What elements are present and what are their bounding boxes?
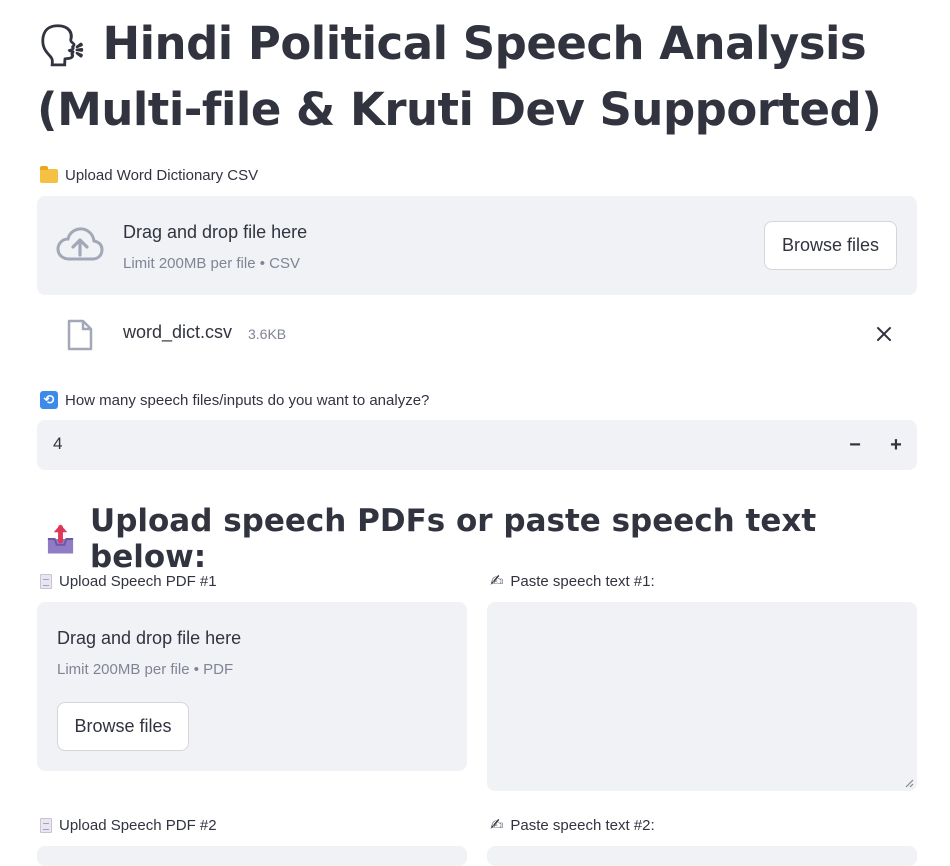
remove-file-icon[interactable]: [876, 326, 892, 342]
folder-icon: [40, 165, 58, 183]
page-title-text: Hindi Political Speech Analysis (Multi-f…: [37, 17, 882, 136]
document-icon: [40, 818, 52, 833]
count-input-label: ⟲ How many speech files/inputs do you wa…: [40, 391, 429, 409]
count-input-value[interactable]: 4: [53, 434, 62, 454]
speech-pdf-1-limit-text: Limit 200MB per file • PDF: [57, 661, 234, 678]
resize-handle-icon[interactable]: [904, 778, 914, 788]
speech-pdf-2-label: Upload Speech PDF #2: [40, 817, 217, 834]
speaking-head-icon: 🗣: [37, 23, 88, 69]
speech-pdf-2-dropzone[interactable]: [37, 846, 467, 866]
speech-pdf-1-dropzone[interactable]: Drag and drop file here Limit 200MB per …: [37, 602, 467, 771]
speech-pdf-1-drag-text: Drag and drop file here: [57, 628, 242, 648]
speech-pdf-2-label-text: Upload Speech PDF #2: [59, 817, 217, 834]
speech-text-2-label: ✍ Paste speech text #2:: [490, 817, 655, 834]
document-icon: [40, 574, 52, 589]
speech-text-1-textarea[interactable]: [487, 602, 917, 791]
speech-pdf-1-label-text: Upload Speech PDF #1: [59, 573, 217, 590]
writing-hand-icon: ✍: [490, 572, 504, 590]
dictionary-dropzone[interactable]: Drag and drop file here Limit 200MB per …: [37, 196, 917, 295]
dictionary-limit-text: Limit 200MB per file • CSV: [123, 255, 300, 272]
speech-pdf-1-label: Upload Speech PDF #1: [40, 573, 217, 590]
writing-hand-icon: ✍: [490, 816, 504, 834]
dictionary-uploader-label-text: Upload Word Dictionary CSV: [65, 167, 259, 184]
page-title: 🗣 Hindi Political Speech Analysis (Multi…: [37, 12, 917, 142]
count-number-input[interactable]: 4 − +: [37, 420, 917, 470]
increment-button[interactable]: +: [881, 430, 911, 460]
cloud-upload-icon: [56, 227, 104, 261]
speech-text-1-label-text: Paste speech text #1:: [510, 573, 655, 590]
outbox-tray-icon: [47, 524, 74, 554]
dictionary-browse-button[interactable]: Browse files: [764, 221, 897, 270]
dictionary-uploader-label: Upload Word Dictionary CSV: [40, 165, 259, 184]
dictionary-drag-text: Drag and drop file here: [123, 222, 308, 242]
section-heading-text: Upload speech PDFs or paste speech text …: [90, 503, 817, 575]
count-input-label-text: How many speech files/inputs do you want…: [65, 391, 430, 409]
speech-text-2-textarea[interactable]: [487, 846, 917, 866]
decrement-button[interactable]: −: [840, 430, 870, 460]
uploaded-file-name: word_dict.csv: [123, 322, 233, 342]
speech-pdf-1-browse-button[interactable]: Browse files: [57, 702, 189, 751]
repeat-icon: ⟲: [40, 391, 58, 409]
file-icon: [67, 319, 93, 351]
speech-text-1-label: ✍ Paste speech text #1:: [490, 573, 655, 590]
section-heading: Upload speech PDFs or paste speech text …: [45, 503, 917, 575]
uploaded-file-size: 3.6KB: [248, 326, 287, 342]
speech-text-2-label-text: Paste speech text #2:: [510, 817, 655, 834]
